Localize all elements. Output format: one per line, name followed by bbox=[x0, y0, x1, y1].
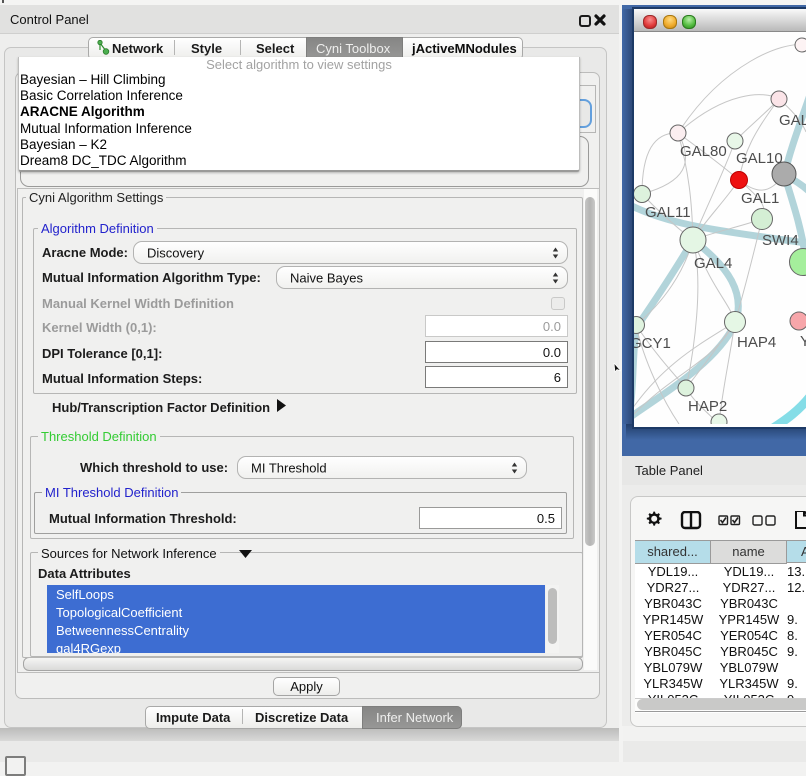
svg-text:Y: Y bbox=[800, 333, 806, 350]
svg-text:GAL1: GAL1 bbox=[741, 190, 779, 207]
svg-text:GAL7: GAL7 bbox=[779, 112, 806, 129]
svg-text:SWI4: SWI4 bbox=[762, 232, 799, 249]
svg-text:GAL11: GAL11 bbox=[645, 204, 691, 221]
svg-text:GAL80: GAL80 bbox=[680, 143, 727, 160]
svg-text:GCY1: GCY1 bbox=[634, 335, 671, 352]
svg-text:GAL10: GAL10 bbox=[736, 150, 783, 167]
svg-text:HAP4: HAP4 bbox=[737, 334, 776, 351]
svg-text:GAL4: GAL4 bbox=[694, 255, 732, 272]
svg-text:HAP2: HAP2 bbox=[688, 398, 727, 415]
